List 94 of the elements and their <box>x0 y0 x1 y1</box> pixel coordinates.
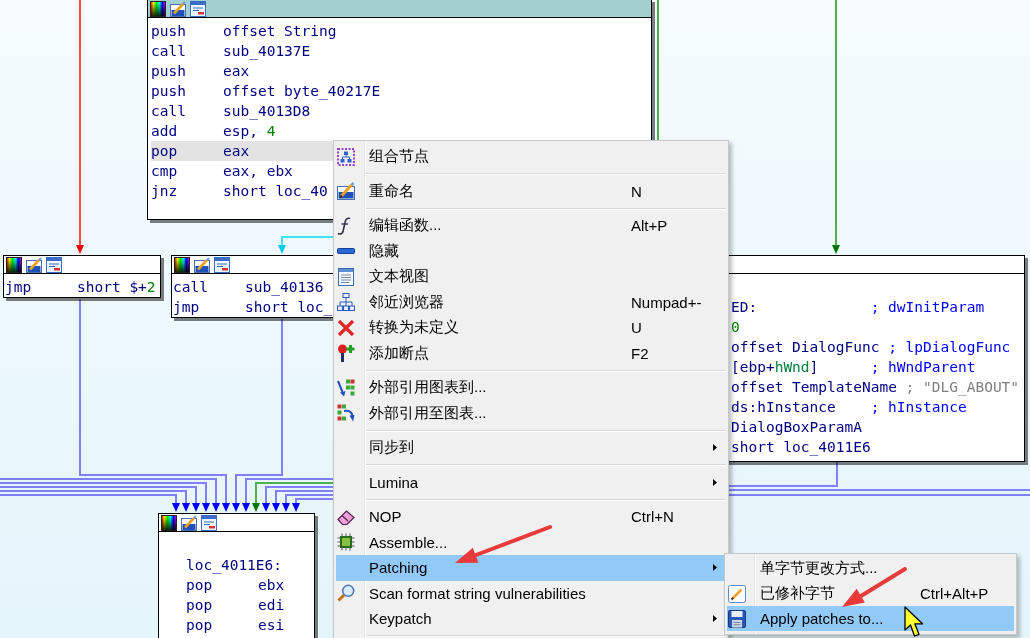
edit-page-icon <box>728 584 746 603</box>
instruction-mnemonic: cmp <box>151 163 178 179</box>
code-comment: ; hWndParent <box>870 358 976 377</box>
instruction-mnemonic: call <box>151 43 186 59</box>
eraser-icon <box>337 507 355 526</box>
keyboard-shortcut: Alt+P <box>631 217 668 235</box>
keyboard-shortcut: Ctrl+N <box>631 508 674 526</box>
search-icon <box>337 584 355 603</box>
instruction-operand: DialogBoxParamA <box>731 419 862 435</box>
pencil-icon[interactable] <box>194 256 210 273</box>
instruction-mnemonic: push <box>151 63 186 79</box>
code-comment: ; dwInitParam <box>870 298 985 317</box>
document-icon <box>337 267 355 286</box>
instruction-operand: esp, 4 <box>223 123 276 139</box>
group-nodes-icon <box>337 147 355 166</box>
graph-node[interactable]: loc_4011E6: pop ebx pop edi pop esi <box>158 513 315 638</box>
minus-icon <box>337 248 355 255</box>
graph-node[interactable]: jmp short $+2 <box>3 255 161 298</box>
menu-item[interactable]: 单字节更改方式... <box>727 556 1014 581</box>
instruction-operand: eax <box>223 143 250 159</box>
pencil-icon[interactable] <box>181 514 197 531</box>
instruction-mnemonic: push <box>151 83 186 99</box>
menu-item[interactable]: Assemble... <box>336 529 726 555</box>
instruction-operand: [ebp+hWnd] <box>731 359 819 375</box>
window-list-icon[interactable] <box>46 256 62 273</box>
window-list-icon[interactable] <box>201 514 217 531</box>
instruction-operand: offset byte_40217E <box>223 83 381 99</box>
code-comment: ; hInstance <box>870 398 967 417</box>
cross-icon <box>337 318 355 337</box>
instruction-operand: sub_4013D8 <box>223 103 311 119</box>
instruction-mnemonic: pop <box>151 143 178 159</box>
keyboard-shortcut: N <box>631 182 642 200</box>
code-label: loc_4011E6: <box>186 557 283 573</box>
pencil-icon[interactable] <box>170 0 186 17</box>
instruction-mnemonic: push <box>151 23 186 39</box>
menu-item[interactable]: Apply patches to... <box>727 606 1014 631</box>
instruction-operand: eax, ebx <box>223 163 293 179</box>
instruction-mnemonic: add <box>151 123 178 139</box>
graph-arrow-icon <box>337 404 355 423</box>
instruction-mnemonic: pop <box>186 597 213 613</box>
color-palette-icon[interactable] <box>150 0 166 17</box>
submenu-arrow-icon <box>713 478 717 486</box>
code-label: ED: <box>731 299 758 315</box>
instruction-operand: offset TemplateName <box>731 379 897 395</box>
instruction-mnemonic: jmp <box>5 279 32 295</box>
instruction-operand: short loc_40 <box>223 183 328 199</box>
instruction-mnemonic: call <box>173 279 208 295</box>
code-comment: ; lpDialogFunc <box>888 338 1011 357</box>
instruction-mnemonic: jmp <box>173 299 200 315</box>
keyboard-shortcut: U <box>631 319 642 337</box>
submenu-arrow-icon <box>713 564 717 572</box>
keyboard-shortcut: Ctrl+Alt+P <box>920 585 989 602</box>
edge-arrow <box>278 236 333 254</box>
instruction-operand: eax <box>223 63 250 79</box>
pin-plus-icon <box>337 344 355 363</box>
submenu-arrow-icon <box>713 444 717 452</box>
instruction-operand: ds:hInstance <box>731 399 836 415</box>
color-palette-icon[interactable] <box>174 256 190 273</box>
instruction-operand: offset String <box>223 23 337 39</box>
chip-icon <box>337 533 355 552</box>
instruction-operand: short loc_ <box>245 299 333 315</box>
menu-item[interactable]: Patching <box>336 555 726 581</box>
keyboard-shortcut: Numpad+- <box>631 293 702 311</box>
instruction-operand: 0 <box>731 319 740 335</box>
graph-arrow-icon <box>337 378 355 397</box>
instruction-operand: sub_40137E <box>223 43 311 59</box>
instruction-operand: offset DialogFunc <box>731 339 880 355</box>
instruction-operand: short loc_4011E6 <box>731 439 871 455</box>
code-comment: ; "DLG_ABOUT" <box>905 378 1020 397</box>
instruction-mnemonic: jnz <box>151 183 178 199</box>
instruction-mnemonic: pop <box>186 577 213 593</box>
menu-item[interactable]: Keypatch <box>336 606 726 632</box>
submenu-arrow-icon <box>713 615 717 623</box>
instruction-operand: sub_40136 <box>245 279 324 295</box>
menu-item[interactable]: 已修补字节 Ctrl+Alt+P <box>727 581 1014 606</box>
menu-item[interactable]: NOP Ctrl+N <box>336 504 726 530</box>
instruction-mnemonic: pop <box>186 617 213 633</box>
instruction-operand: esi <box>258 617 285 633</box>
color-palette-icon[interactable] <box>6 256 22 273</box>
instruction-operand: edi <box>258 597 285 613</box>
menu-item[interactable]: Scan format string vulnerabilities <box>336 580 726 606</box>
color-palette-icon[interactable] <box>161 514 177 531</box>
function-icon <box>337 216 351 235</box>
instruction-mnemonic: call <box>151 103 186 119</box>
pencil-icon <box>337 182 355 201</box>
menu-item[interactable]: Lumina <box>336 469 726 495</box>
mouse-cursor-icon <box>904 606 926 637</box>
pencil-icon[interactable] <box>26 256 42 273</box>
instruction-operand: ebx <box>258 577 285 593</box>
window-list-icon[interactable] <box>214 256 230 273</box>
keyboard-shortcut: F2 <box>631 344 649 362</box>
tree-diagram-icon <box>337 293 355 312</box>
window-list-icon[interactable] <box>190 0 206 17</box>
instruction-operand: short $+2 <box>77 279 156 295</box>
